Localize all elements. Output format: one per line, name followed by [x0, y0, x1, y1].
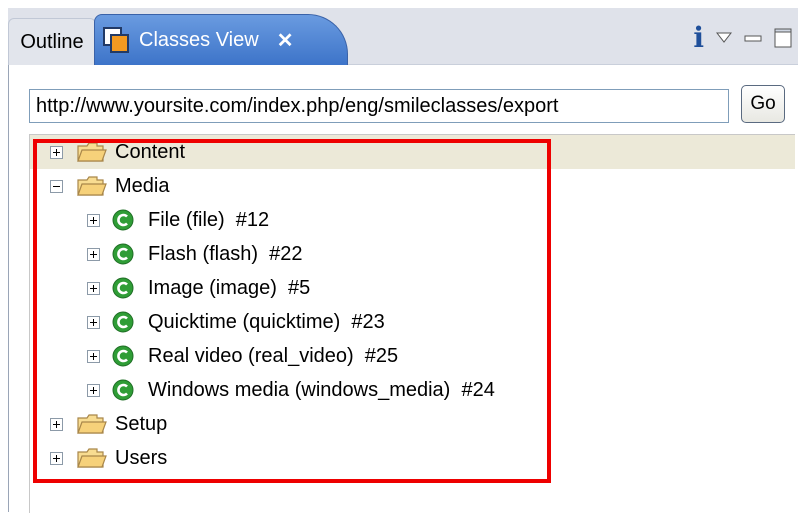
- tree-item-label: Flash (flash) #22: [148, 242, 303, 265]
- folder-icon: [77, 414, 107, 434]
- folder-icon: [77, 448, 107, 468]
- expand-icon[interactable]: [50, 145, 63, 159]
- class-tree: Content Media File (file) #12 Flash (fla…: [29, 134, 795, 513]
- classes-view-panel: Outline Classes View ✕ i http://www.your…: [8, 8, 798, 513]
- folder-icon: [77, 176, 107, 196]
- expand-icon[interactable]: [87, 383, 100, 397]
- expand-icon[interactable]: [87, 315, 100, 329]
- expand-icon[interactable]: [87, 247, 100, 261]
- class-icon: [112, 243, 134, 265]
- expand-icon[interactable]: [87, 213, 100, 227]
- tree-item-label: Image (image) #5: [148, 276, 311, 299]
- classes-view-icon: [103, 27, 129, 53]
- tree-item-class[interactable]: Real video (real_video) #25: [87, 339, 398, 373]
- expand-icon[interactable]: [87, 349, 100, 363]
- minimize-icon[interactable]: [744, 32, 762, 44]
- tree-item-class[interactable]: Quicktime (quicktime) #23: [87, 305, 385, 339]
- tree-item-label: Real video (real_video) #25: [148, 344, 399, 367]
- folder-icon: [77, 142, 107, 162]
- tree-item-class[interactable]: File (file) #12: [87, 203, 269, 237]
- tab-classes-view-label: Classes View: [139, 28, 259, 51]
- expand-icon[interactable]: [50, 451, 63, 465]
- tab-outline[interactable]: Outline: [8, 18, 96, 65]
- tree-item-class[interactable]: Windows media (windows_media) #24: [87, 373, 495, 407]
- info-icon[interactable]: i: [693, 24, 704, 52]
- tab-outline-label: Outline: [20, 30, 84, 53]
- tree-item-label: Setup: [115, 412, 168, 435]
- close-icon[interactable]: ✕: [277, 28, 294, 53]
- collapse-icon[interactable]: [50, 179, 63, 193]
- url-input[interactable]: http://www.yoursite.com/index.php/eng/sm…: [29, 89, 729, 123]
- tree-item-class[interactable]: Image (image) #5: [87, 271, 310, 305]
- tree-item-label: File (file) #12: [148, 208, 270, 231]
- tab-bar: Outline Classes View ✕ i: [8, 8, 798, 65]
- tree-item-content[interactable]: Content: [30, 135, 795, 169]
- tree-item-label: Windows media (windows_media) #24: [148, 378, 495, 401]
- tab-classes-view[interactable]: Classes View ✕: [94, 14, 348, 65]
- tree-item-setup[interactable]: Setup: [50, 407, 167, 441]
- view-toolbar: i: [693, 24, 792, 52]
- tree-item-label: Users: [115, 446, 168, 469]
- tree-item-users[interactable]: Users: [50, 441, 167, 475]
- class-icon: [112, 277, 134, 299]
- maximize-icon[interactable]: [774, 28, 792, 48]
- class-icon: [112, 311, 134, 333]
- tree-item-label: Quicktime (quicktime) #23: [148, 310, 385, 333]
- class-icon: [112, 209, 134, 231]
- tree-item-class[interactable]: Flash (flash) #22: [87, 237, 303, 271]
- tree-item-media[interactable]: Media: [50, 169, 169, 203]
- expand-icon[interactable]: [87, 281, 100, 295]
- go-button[interactable]: Go: [741, 85, 785, 123]
- view-content: http://www.yoursite.com/index.php/eng/sm…: [8, 65, 798, 513]
- class-icon: [112, 345, 134, 367]
- class-icon: [112, 379, 134, 401]
- view-menu-icon[interactable]: [716, 32, 732, 44]
- tree-item-label: Media: [115, 174, 170, 197]
- tree-item-label: Content: [115, 140, 186, 163]
- expand-icon[interactable]: [50, 417, 63, 431]
